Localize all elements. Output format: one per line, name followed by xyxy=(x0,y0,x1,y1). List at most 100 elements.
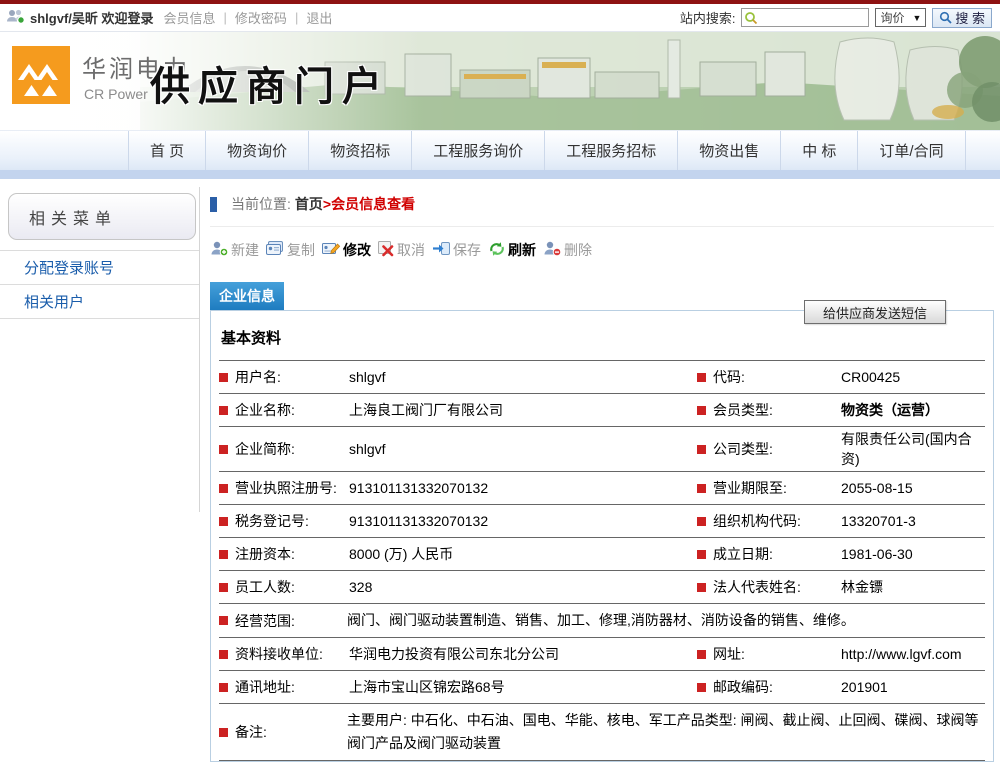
field-label-text: 注册资本: xyxy=(235,544,295,564)
field-value: 201901 xyxy=(839,679,985,695)
red-bullet-icon xyxy=(697,445,706,454)
site-search-input[interactable] xyxy=(741,8,869,27)
nav-item[interactable]: 物资出售 xyxy=(678,131,781,170)
breadcrumb-current: 会员信息查看 xyxy=(331,194,415,214)
toolbar-save-button[interactable]: 保存 xyxy=(432,240,481,260)
company-fields-table: 用户名:shlgvf代码:CR00425企业名称:上海良工阀门厂有限公司会员类型… xyxy=(219,360,985,761)
field-label: 营业期限至: xyxy=(697,478,839,498)
topbar-links: 会员信息|修改密码|退出 xyxy=(164,8,333,27)
red-bullet-icon xyxy=(697,583,706,592)
search-input-icon xyxy=(744,11,758,25)
toolbar-button-label: 新建 xyxy=(231,240,259,260)
field-value: 913101131332070132 xyxy=(347,513,587,529)
field-label-text: 会员类型: xyxy=(713,400,773,420)
topbar-link-separator: | xyxy=(224,10,227,25)
user-delete-icon xyxy=(543,240,562,260)
topbar-link[interactable]: 修改密码 xyxy=(235,8,287,27)
field-value: 物资类（运营） xyxy=(839,400,985,420)
field-label-text: 成立日期: xyxy=(713,544,773,564)
send-sms-button[interactable]: 给供应商发送短信 xyxy=(804,300,946,324)
field-label-text: 备注: xyxy=(235,722,267,742)
field-label: 组织机构代码: xyxy=(697,511,839,531)
record-toolbar: 新建复制修改 取消保存 刷新 删除 xyxy=(210,227,994,272)
red-bullet-icon xyxy=(697,650,706,659)
table-row: 员工人数:328法人代表姓名:林金镖 xyxy=(219,571,985,604)
breadcrumb-marker xyxy=(210,197,217,212)
field-label-text: 组织机构代码: xyxy=(713,511,801,531)
breadcrumb: 当前位置: 首页 > 会员信息查看 xyxy=(210,194,994,227)
toolbar-copy-button[interactable]: 复制 xyxy=(266,240,315,260)
nav-item[interactable]: 中 标 xyxy=(781,131,858,170)
cancel-icon xyxy=(378,241,395,260)
table-row: 经营范围:阀门、阀门驱动装置制造、销售、加工、修理,消防器材、消防设备的销售、维… xyxy=(219,604,985,638)
nav-item[interactable]: 物资招标 xyxy=(309,131,412,170)
nav-item[interactable]: 工程服务招标 xyxy=(545,131,678,170)
search-icon xyxy=(939,11,952,24)
table-row: 通讯地址:上海市宝山区锦宏路68号邮政编码:201901 xyxy=(219,671,985,704)
red-bullet-icon xyxy=(219,583,228,592)
breadcrumb-label: 当前位置: xyxy=(231,194,291,214)
table-row: 企业简称:shlgvf公司类型:有限责任公司(国内合资) xyxy=(219,427,985,472)
copy-icon xyxy=(266,241,285,259)
field-value: 2055-08-15 xyxy=(839,480,985,496)
toolbar-edit-button[interactable]: 修改 xyxy=(322,240,371,260)
edit-icon xyxy=(322,241,341,260)
field-label-text: 公司类型: xyxy=(713,439,773,459)
red-bullet-icon xyxy=(219,406,228,415)
field-label-text: 税务登记号: xyxy=(235,511,309,531)
field-value: 阀门、阀门驱动装置制造、销售、加工、修理,消防器材、消防设备的销售、维修。 xyxy=(347,606,985,635)
table-row: 企业名称:上海良工阀门厂有限公司会员类型:物资类（运营） xyxy=(219,394,985,427)
users-icon xyxy=(6,8,26,27)
field-label: 税务登记号: xyxy=(219,511,347,531)
toolbar-button-label: 删除 xyxy=(564,240,592,260)
breadcrumb-home-link[interactable]: 首页 xyxy=(295,194,323,214)
breadcrumb-separator: > xyxy=(323,196,331,212)
sidebar-title: 相关菜单 xyxy=(8,193,196,240)
red-bullet-icon xyxy=(219,650,228,659)
nav-item[interactable]: 物资询价 xyxy=(206,131,309,170)
tab-company-info[interactable]: 企业信息 xyxy=(210,282,284,310)
sidebar-item[interactable]: 分配登录账号 xyxy=(0,251,200,285)
company-info-panel: 基本资料 用户名:shlgvf代码:CR00425企业名称:上海良工阀门厂有限公… xyxy=(210,310,994,762)
field-label: 通讯地址: xyxy=(219,677,347,697)
main-nav: 首 页物资询价物资招标工程服务询价工程服务招标物资出售中 标订单/合同 xyxy=(0,130,1000,170)
red-bullet-icon xyxy=(697,517,706,526)
field-label-text: 营业执照注册号: xyxy=(235,478,337,498)
field-value: 上海良工阀门厂有限公司 xyxy=(347,400,587,420)
red-bullet-icon xyxy=(697,406,706,415)
search-category-select[interactable]: 询价 ▼ xyxy=(875,8,926,27)
search-button[interactable]: 搜 索 xyxy=(932,8,992,28)
toolbar-user-delete-button[interactable]: 删除 xyxy=(543,240,592,260)
nav-item[interactable]: 首 页 xyxy=(128,131,206,170)
field-label: 用户名: xyxy=(219,367,347,387)
toolbar-refresh-button[interactable]: 刷新 xyxy=(488,240,536,260)
field-value: 13320701-3 xyxy=(839,513,985,529)
field-label: 经营范围: xyxy=(219,611,347,631)
banner: 华润电力 CR Power 供应商门户 xyxy=(0,32,1000,130)
red-bullet-icon xyxy=(219,517,228,526)
red-bullet-icon xyxy=(219,373,228,382)
field-label-text: 营业期限至: xyxy=(713,478,787,498)
nav-item[interactable]: 订单/合同 xyxy=(858,131,965,170)
topbar-link[interactable]: 退出 xyxy=(306,8,332,27)
toolbar-cancel-button[interactable]: 取消 xyxy=(378,240,425,260)
table-row: 注册资本:8000 (万) 人民币成立日期:1981-06-30 xyxy=(219,538,985,571)
field-label: 会员类型: xyxy=(697,400,839,420)
field-label: 法人代表姓名: xyxy=(697,577,839,597)
toolbar-button-label: 取消 xyxy=(397,240,425,260)
red-bullet-icon xyxy=(697,683,706,692)
red-bullet-icon xyxy=(219,683,228,692)
red-bullet-icon xyxy=(697,373,706,382)
nav-item[interactable]: 工程服务询价 xyxy=(412,131,545,170)
field-label-text: 法人代表姓名: xyxy=(713,577,801,597)
sidebar-item[interactable]: 相关用户 xyxy=(0,285,200,319)
topbar-link[interactable]: 会员信息 xyxy=(164,8,216,27)
toolbar-button-label: 刷新 xyxy=(508,240,536,260)
red-bullet-icon xyxy=(697,484,706,493)
toolbar-user-add-button[interactable]: 新建 xyxy=(210,240,259,260)
red-bullet-icon xyxy=(219,550,228,559)
red-bullet-icon xyxy=(219,728,228,737)
table-row: 资料接收单位:华润电力投资有限公司东北分公司网址:http://www.lgvf… xyxy=(219,638,985,671)
sidebar: 相关菜单 分配登录账号相关用户 xyxy=(0,179,200,767)
field-value: CR00425 xyxy=(839,369,985,385)
